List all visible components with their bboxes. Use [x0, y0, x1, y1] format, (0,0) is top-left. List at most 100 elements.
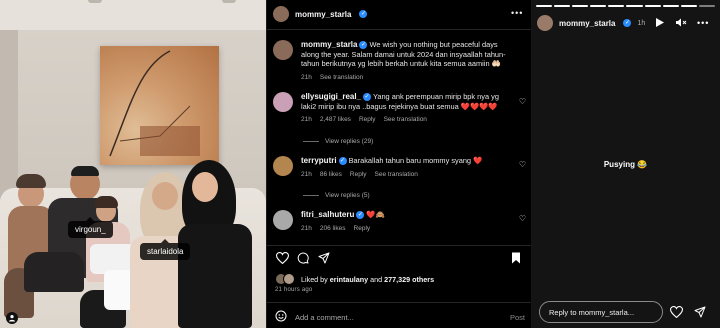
comment-likes[interactable]: 2,487 likes	[320, 116, 351, 123]
speaker-muted-icon	[676, 18, 687, 27]
see-translation-link[interactable]: See translation	[375, 171, 418, 178]
author-username[interactable]: mommy_starla	[295, 10, 351, 19]
view-replies-label: View replies (5)	[325, 192, 370, 199]
story-avatar[interactable]	[537, 15, 553, 31]
caption-username[interactable]: mommy_starla	[301, 40, 357, 49]
view-replies-label: View replies (29)	[325, 138, 374, 145]
verified-icon: ✓	[623, 19, 632, 27]
comment-text: Barakallah tahun baru mommy syang ❤️	[348, 156, 483, 165]
add-comment-input[interactable]: Add a comment...	[295, 313, 354, 322]
paper-plane-icon	[318, 252, 330, 264]
photo-ceiling	[0, 0, 266, 30]
post-actions	[275, 251, 523, 265]
commenter-username[interactable]: fitri_salhuteru	[301, 210, 354, 219]
post-photo[interactable]: virgoun_ starlaidola	[0, 0, 266, 328]
more-options-button[interactable]: •••	[511, 8, 523, 18]
story-like-button[interactable]	[669, 305, 683, 319]
story-progress-segment	[626, 5, 643, 7]
post-caption: mommy_starla ✓ We wish you nothing but pe…	[273, 40, 514, 81]
liked-by-middle: and	[368, 274, 385, 284]
share-button[interactable]	[317, 251, 331, 265]
user-tags-button[interactable]	[6, 312, 18, 324]
user-tag[interactable]: virgoun_	[68, 217, 113, 238]
comment: ellysugigi_real_ ✓ Yang ank perempuan mir…	[273, 92, 514, 123]
reply-link[interactable]: Reply	[350, 171, 367, 178]
liker-avatar	[283, 273, 295, 285]
comment-icon	[297, 252, 309, 264]
view-replies-button[interactable]: View replies (29)	[303, 138, 373, 145]
comment-likes[interactable]: 206 likes	[320, 225, 346, 232]
heart-icon	[669, 306, 683, 318]
story-progress-segment	[662, 5, 679, 7]
wall-painting	[100, 46, 219, 165]
liked-by-prefix: Liked by	[301, 274, 330, 284]
commenter-username[interactable]: ellysugigi_real_	[301, 92, 361, 101]
verified-icon: ✓	[356, 211, 365, 220]
ceiling-lamp	[88, 0, 102, 3]
like-button[interactable]	[275, 251, 289, 265]
comment-time: 21h	[301, 116, 312, 124]
verified-icon: ✓	[363, 93, 372, 102]
liker-avatars	[275, 273, 295, 285]
liked-by-user[interactable]: erintaulany	[330, 275, 368, 284]
story-viewer[interactable]: mommy_starla ✓ 1h ••• Pusying 😂 Reply to…	[531, 0, 720, 328]
post-panel: mommy_starla ✓ ••• mommy_starla ✓ We wish…	[266, 0, 531, 328]
commenter-username[interactable]: terryputri	[301, 156, 337, 165]
play-icon	[656, 18, 664, 27]
story-share-button[interactable]	[693, 305, 707, 319]
story-progress-segment	[590, 5, 607, 7]
divider	[267, 302, 531, 303]
bookmark-icon	[512, 252, 520, 264]
ceiling-lamp	[222, 0, 236, 3]
comment-button[interactable]	[296, 251, 310, 265]
view-replies-button[interactable]: View replies (5)	[303, 192, 370, 199]
post-header: mommy_starla ✓	[273, 6, 368, 22]
comment-time: 21h	[301, 224, 312, 232]
story-progress-bar	[536, 5, 715, 7]
verified-icon: ✓	[359, 10, 368, 18]
replies-line	[303, 141, 319, 142]
like-comment-heart-icon[interactable]: ♡	[519, 214, 526, 223]
paper-plane-icon	[694, 306, 706, 318]
author-avatar[interactable]	[273, 6, 289, 22]
story-time: 1h	[637, 19, 646, 27]
story-more-button[interactable]: •••	[697, 18, 709, 28]
like-comment-heart-icon[interactable]: ♡	[519, 97, 526, 106]
likes-summary[interactable]: Liked by erintaulany and 277,329 others	[275, 273, 434, 285]
comment-likes[interactable]: 86 likes	[320, 171, 342, 178]
commenter-avatar[interactable]	[273, 92, 293, 112]
story-actions	[669, 305, 713, 319]
emoji-button[interactable]	[275, 310, 287, 324]
see-translation-link[interactable]: See translation	[384, 116, 427, 123]
post-comment-button[interactable]: Post	[510, 313, 525, 322]
commenter-avatar[interactable]	[273, 210, 293, 230]
story-reply-input[interactable]: Reply to mommy_starla...	[539, 301, 663, 323]
comment: fitri_salhuteru ✓ ❤️🙈 21h 206 likes Reply	[273, 210, 514, 232]
play-button[interactable]	[656, 18, 664, 29]
person-icon	[9, 315, 15, 322]
add-comment-bar: Add a comment... Post	[275, 310, 525, 324]
comment-text: ❤️🙈	[366, 210, 385, 219]
smiley-icon	[275, 310, 287, 322]
see-translation-link[interactable]: See translation	[320, 74, 363, 81]
replies-line	[303, 195, 319, 196]
like-comment-heart-icon[interactable]: ♡	[519, 160, 526, 169]
likes-count[interactable]: 277,329 others	[384, 275, 434, 284]
comment-time: 21h	[301, 170, 312, 178]
user-tag[interactable]: starlaidola	[140, 239, 191, 260]
story-progress-segment	[680, 5, 697, 7]
story-progress-segment	[608, 5, 625, 7]
comment: terryputri ✓ Barakallah tahun baru mommy …	[273, 156, 514, 178]
reply-link[interactable]: Reply	[354, 225, 371, 232]
commenter-avatar[interactable]	[273, 156, 293, 176]
story-progress-segment	[554, 5, 571, 7]
verified-icon: ✓	[338, 157, 347, 166]
mute-button[interactable]	[676, 18, 687, 29]
verified-icon: ✓	[359, 41, 368, 50]
story-username[interactable]: mommy_starla	[559, 19, 615, 28]
story-caption: Pusying 😂	[603, 160, 648, 169]
reply-link[interactable]: Reply	[359, 116, 376, 123]
caption-avatar[interactable]	[273, 40, 293, 60]
story-progress-segment	[644, 5, 661, 7]
save-button[interactable]	[509, 251, 523, 265]
